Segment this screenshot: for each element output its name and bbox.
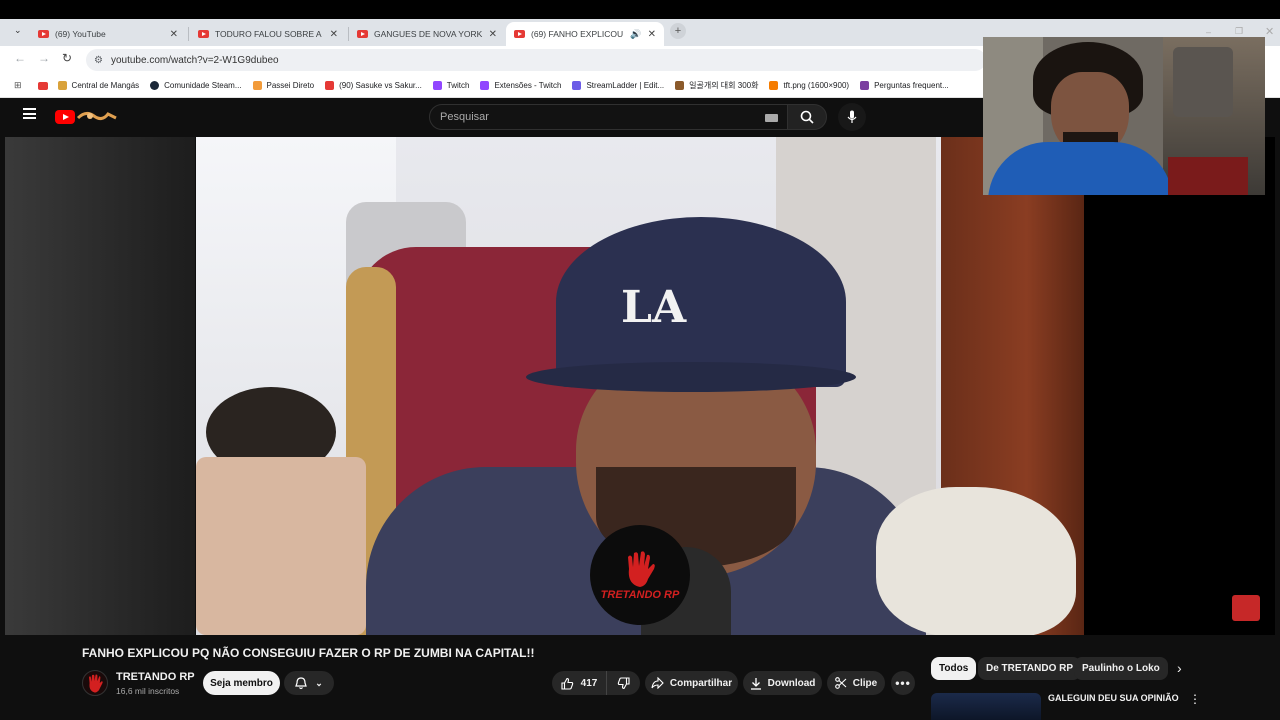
streamladder-favicon-icon (572, 81, 582, 90)
webcam-overlay (983, 37, 1265, 195)
address-bar[interactable]: ⚙ youtube.com/watch?v=2-W1G9dubeo (86, 49, 986, 71)
like-button[interactable]: 417 (552, 671, 606, 695)
youtube-bookmark-icon[interactable] (37, 81, 48, 90)
browser-tab[interactable]: (69) YouTube ✕ (30, 22, 186, 46)
share-arrow-icon (651, 677, 664, 689)
new-tab-plus-icon[interactable]: + (670, 23, 686, 39)
keyboard-icon[interactable] (765, 114, 778, 122)
menu-hamburger-icon[interactable] (23, 108, 36, 119)
subscriber-count: 16,6 mil inscritos (116, 686, 180, 696)
window-close-icon[interactable]: ✕ (1265, 25, 1274, 38)
twitch-favicon-icon (432, 81, 442, 90)
twitch-favicon-icon (480, 81, 490, 90)
close-tab-icon[interactable]: ✕ (648, 29, 656, 40)
doodle-logo-icon[interactable] (76, 108, 118, 124)
back-arrow-icon[interactable]: ← (14, 51, 26, 65)
browser-tab-active[interactable]: (69) FANHO EXPLICOU PQ NÃO 🔊 ✕ (506, 22, 664, 46)
reload-icon[interactable]: ↻ (62, 51, 72, 65)
more-vertical-icon[interactable]: ⋮ (1189, 692, 1201, 706)
cap-la-logo-text: LA (621, 282, 687, 333)
bookmark-item[interactable]: Comunidade Steam... (150, 81, 242, 90)
bookmark-item[interactable]: Twitch (432, 81, 469, 90)
bookmark-favicon-icon (252, 81, 262, 90)
join-membership-button[interactable]: Seja membro (203, 671, 280, 695)
recommendation-thumbnail[interactable] (931, 693, 1041, 720)
download-button[interactable]: Download (743, 671, 822, 695)
channel-avatar[interactable] (82, 670, 108, 696)
microphone-icon (847, 110, 857, 123)
bell-icon (295, 676, 308, 689)
window-minimize-icon[interactable]: – (1206, 27, 1211, 37)
bookmark-item[interactable]: Perguntas frequent... (860, 81, 949, 90)
bookmark-favicon-icon (675, 81, 685, 90)
blogger-favicon-icon (769, 81, 779, 90)
close-tab-icon[interactable]: ✕ (330, 29, 338, 40)
recommendation-title[interactable]: GALEGUIN DEU SUA OPINIÃO (1048, 693, 1179, 703)
video-frame: LA TRETANDO RP (196, 137, 1084, 635)
thumbs-up-icon (561, 677, 573, 690)
more-horizontal-icon: ••• (895, 676, 911, 690)
bookmark-item[interactable]: 일골개의 대회 300화 (675, 80, 758, 91)
video-player[interactable]: LA TRETANDO RP (5, 137, 1275, 635)
youtube-favicon-icon (357, 30, 368, 38)
thumbs-down-icon (617, 676, 630, 689)
clip-button[interactable]: Clipe (827, 671, 885, 695)
share-button[interactable]: Compartilhar (645, 671, 738, 695)
video-title: FANHO EXPLICOU PQ NÃO CONSEGUIU FAZER O … (82, 646, 535, 660)
chevron-right-icon[interactable]: › (1177, 660, 1182, 676)
search-input[interactable]: Pesquisar (429, 104, 789, 130)
search-icon (800, 110, 814, 124)
youtube-favicon-icon (38, 30, 49, 38)
close-tab-icon[interactable]: ✕ (170, 29, 178, 40)
bookmark-item[interactable]: Passei Direto (252, 81, 314, 90)
apps-grid-icon[interactable]: ⊞ (14, 80, 22, 91)
steam-favicon-icon (150, 81, 160, 90)
chevron-down-icon: ⌄ (315, 677, 323, 688)
close-tab-icon[interactable]: ✕ (489, 29, 497, 40)
bookmark-item[interactable]: Central de Mangás (57, 81, 139, 90)
scissors-icon (834, 677, 847, 689)
bookmark-item[interactable]: (90) Sasuke vs Sakur... (325, 81, 422, 90)
download-icon (750, 677, 761, 690)
channel-name[interactable]: TRETANDO RP (116, 671, 195, 683)
youtube-favicon-icon (325, 81, 335, 90)
browser-tab[interactable]: GANGUES DE NOVA YORK (1950 ✕ (349, 22, 505, 46)
chip-from-channel[interactable]: De TRETANDO RP (978, 657, 1082, 680)
forward-arrow-icon[interactable]: → (38, 51, 50, 65)
dislike-button[interactable] (606, 671, 640, 695)
channel-branding-watermark[interactable] (1232, 595, 1260, 621)
screen-top-bar (0, 0, 1280, 19)
speaker-icon[interactable]: 🔊 (630, 29, 641, 40)
bookmark-favicon-icon (860, 81, 870, 90)
channel-watermark-logo: TRETANDO RP (590, 525, 690, 625)
chip-paulinho[interactable]: Paulinho o Loko (1074, 657, 1168, 680)
chip-all[interactable]: Todos (931, 657, 977, 680)
notification-bell-button[interactable]: ⌄ (284, 671, 334, 695)
red-hand-icon (628, 551, 655, 587)
youtube-logo-icon[interactable] (55, 110, 75, 124)
bookmark-favicon-icon (57, 81, 67, 90)
address-url: youtube.com/watch?v=2-W1G9dubeo (110, 54, 279, 66)
red-hand-icon (89, 674, 103, 693)
site-settings-icon[interactable]: ⚙ (94, 55, 103, 66)
browser-tab[interactable]: TODURO FALOU SOBRE A SITUAÇÃO ✕ (190, 22, 346, 46)
window-maximize-icon[interactable]: ❐ (1235, 26, 1243, 37)
search-button[interactable] (787, 104, 827, 130)
more-actions-button[interactable]: ••• (891, 671, 915, 695)
tab-list-chevron-icon[interactable]: ⌄ (14, 25, 22, 36)
youtube-favicon-icon (514, 30, 525, 38)
youtube-favicon-icon (198, 30, 209, 38)
bookmark-item[interactable]: tft.png (1600×900) (769, 81, 849, 90)
voice-search-button[interactable] (838, 103, 866, 131)
bookmark-item[interactable]: Extensões - Twitch (480, 81, 561, 90)
bookmark-item[interactable]: StreamLadder | Edit... (572, 81, 664, 90)
